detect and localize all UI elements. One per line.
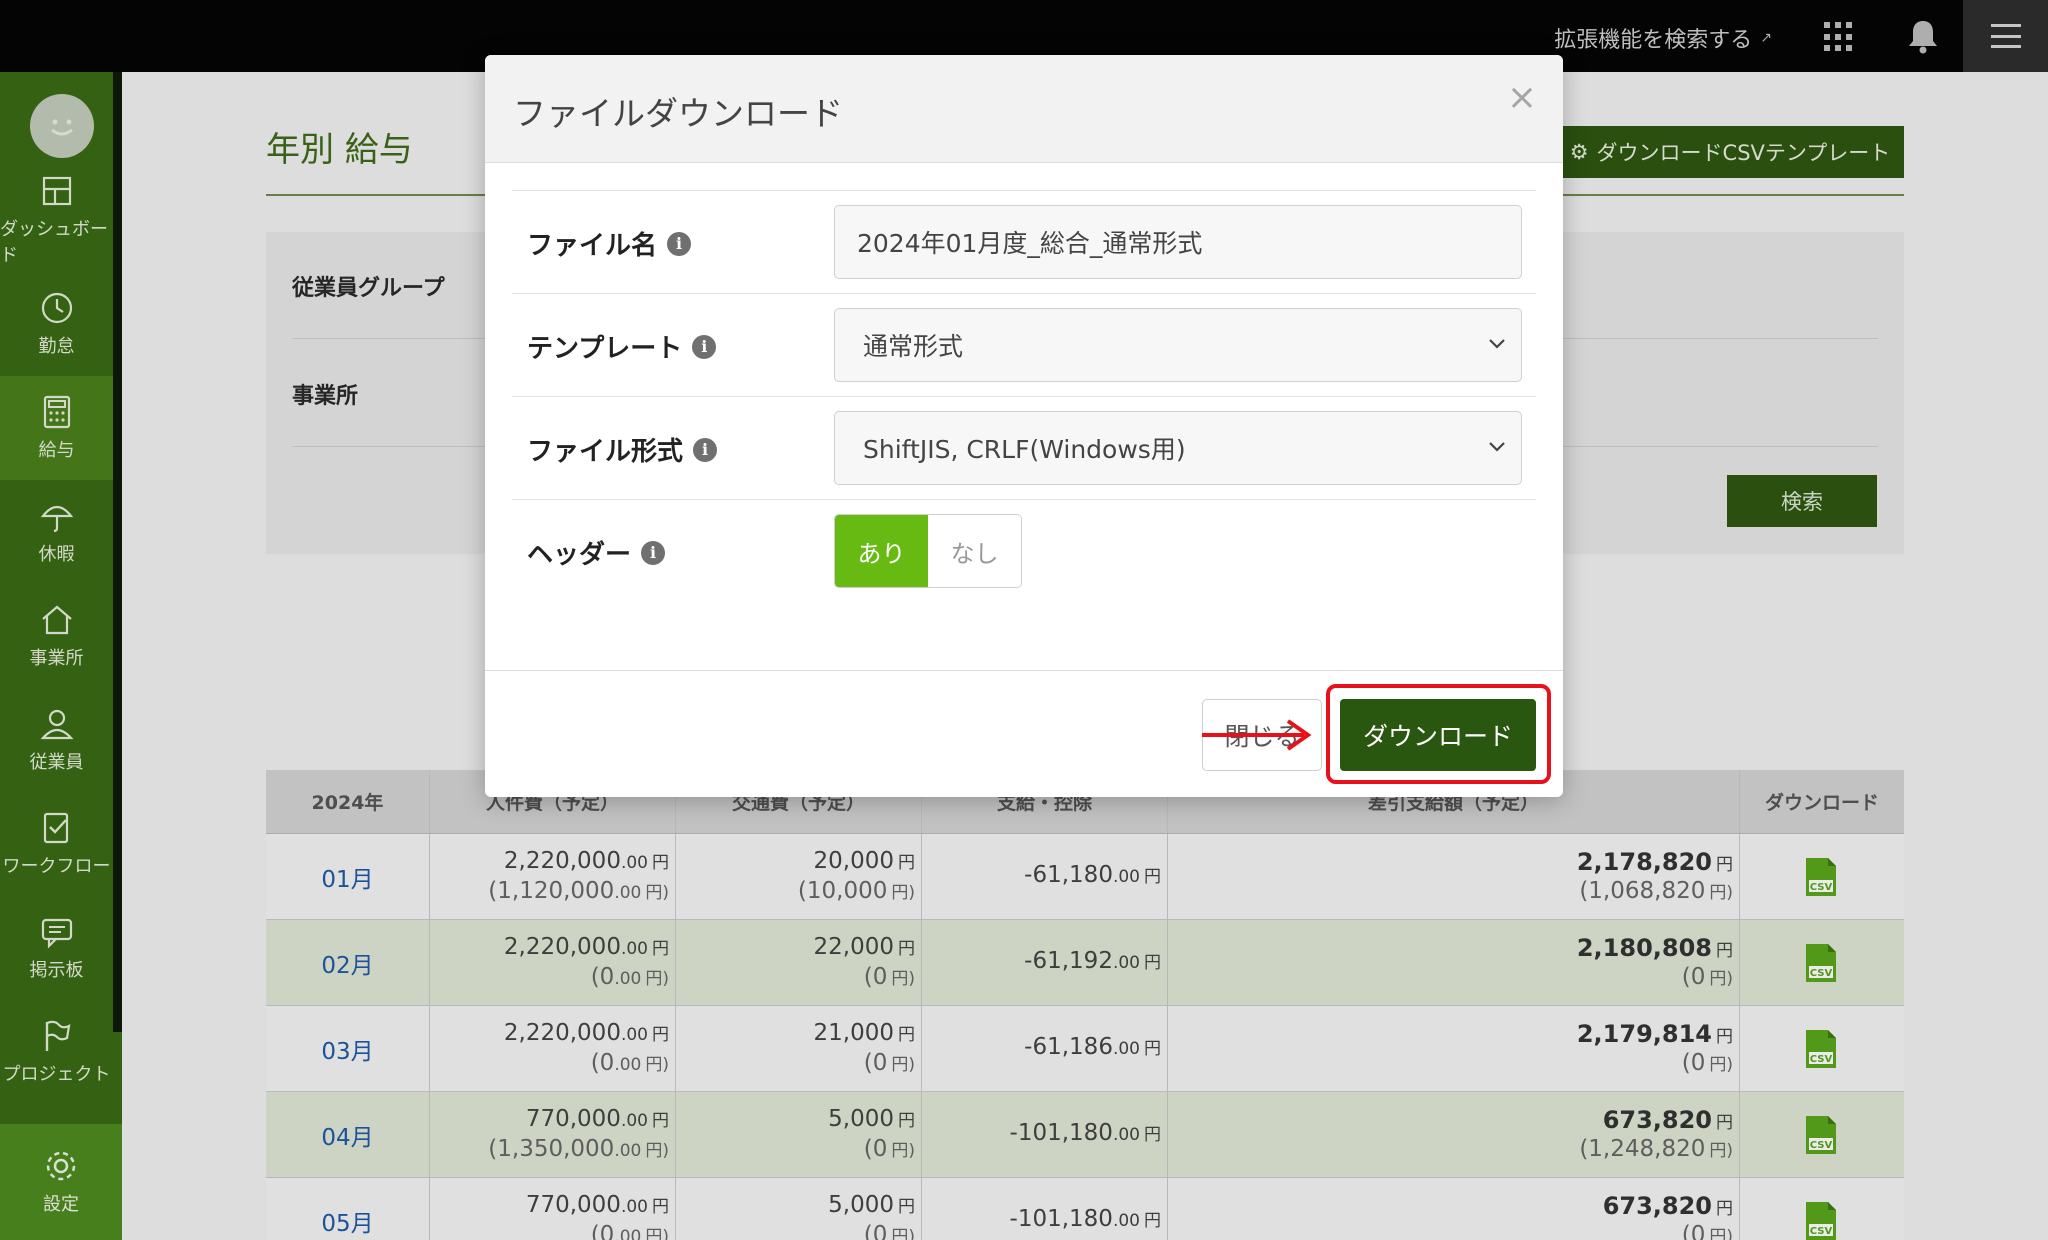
highlight-annotation (1326, 684, 1551, 784)
file-name-label: ファイル名 (527, 231, 658, 261)
dialog-title: ファイルダウンロード (513, 94, 843, 133)
file-name-input[interactable]: 2024年01月度_総合_通常形式 (834, 205, 1522, 279)
info-icon[interactable]: i (693, 437, 718, 462)
file-name-row: ファイル名 i 2024年01月度_総合_通常形式 (512, 190, 1536, 293)
template-select[interactable]: 通常形式 (834, 308, 1522, 382)
header-label: ヘッダー (527, 540, 632, 570)
dialog-header: ファイルダウンロード × (485, 55, 1563, 163)
header-off-option[interactable]: なし (928, 515, 1021, 587)
close-icon[interactable]: × (1507, 77, 1537, 118)
template-row: テンプレート i 通常形式 (512, 293, 1536, 396)
file-format-select-value: ShiftJIS, CRLF(Windows用) (863, 435, 1186, 464)
file-format-row: ファイル形式 i ShiftJIS, CRLF(Windows用) (512, 396, 1536, 499)
header-toggle: あり なし (834, 514, 1022, 588)
header-on-option[interactable]: あり (835, 515, 928, 587)
template-select-value: 通常形式 (863, 332, 964, 361)
info-icon[interactable]: i (641, 540, 666, 565)
template-label: テンプレート (527, 334, 683, 364)
chevron-down-icon (1489, 442, 1505, 452)
template-label-wrap: テンプレート i (527, 328, 717, 365)
file-format-label: ファイル形式 (527, 437, 684, 467)
info-icon[interactable]: i (667, 231, 692, 256)
header-row: ヘッダー i あり なし (512, 499, 1536, 602)
info-icon[interactable]: i (692, 334, 717, 359)
file-format-label-wrap: ファイル形式 i (527, 431, 718, 468)
chevron-down-icon (1489, 339, 1505, 349)
file-format-select[interactable]: ShiftJIS, CRLF(Windows用) (834, 411, 1522, 485)
file-name-label-wrap: ファイル名 i (527, 225, 692, 262)
header-label-wrap: ヘッダー i (527, 534, 666, 571)
arrow-annotation-icon (1202, 719, 1312, 751)
